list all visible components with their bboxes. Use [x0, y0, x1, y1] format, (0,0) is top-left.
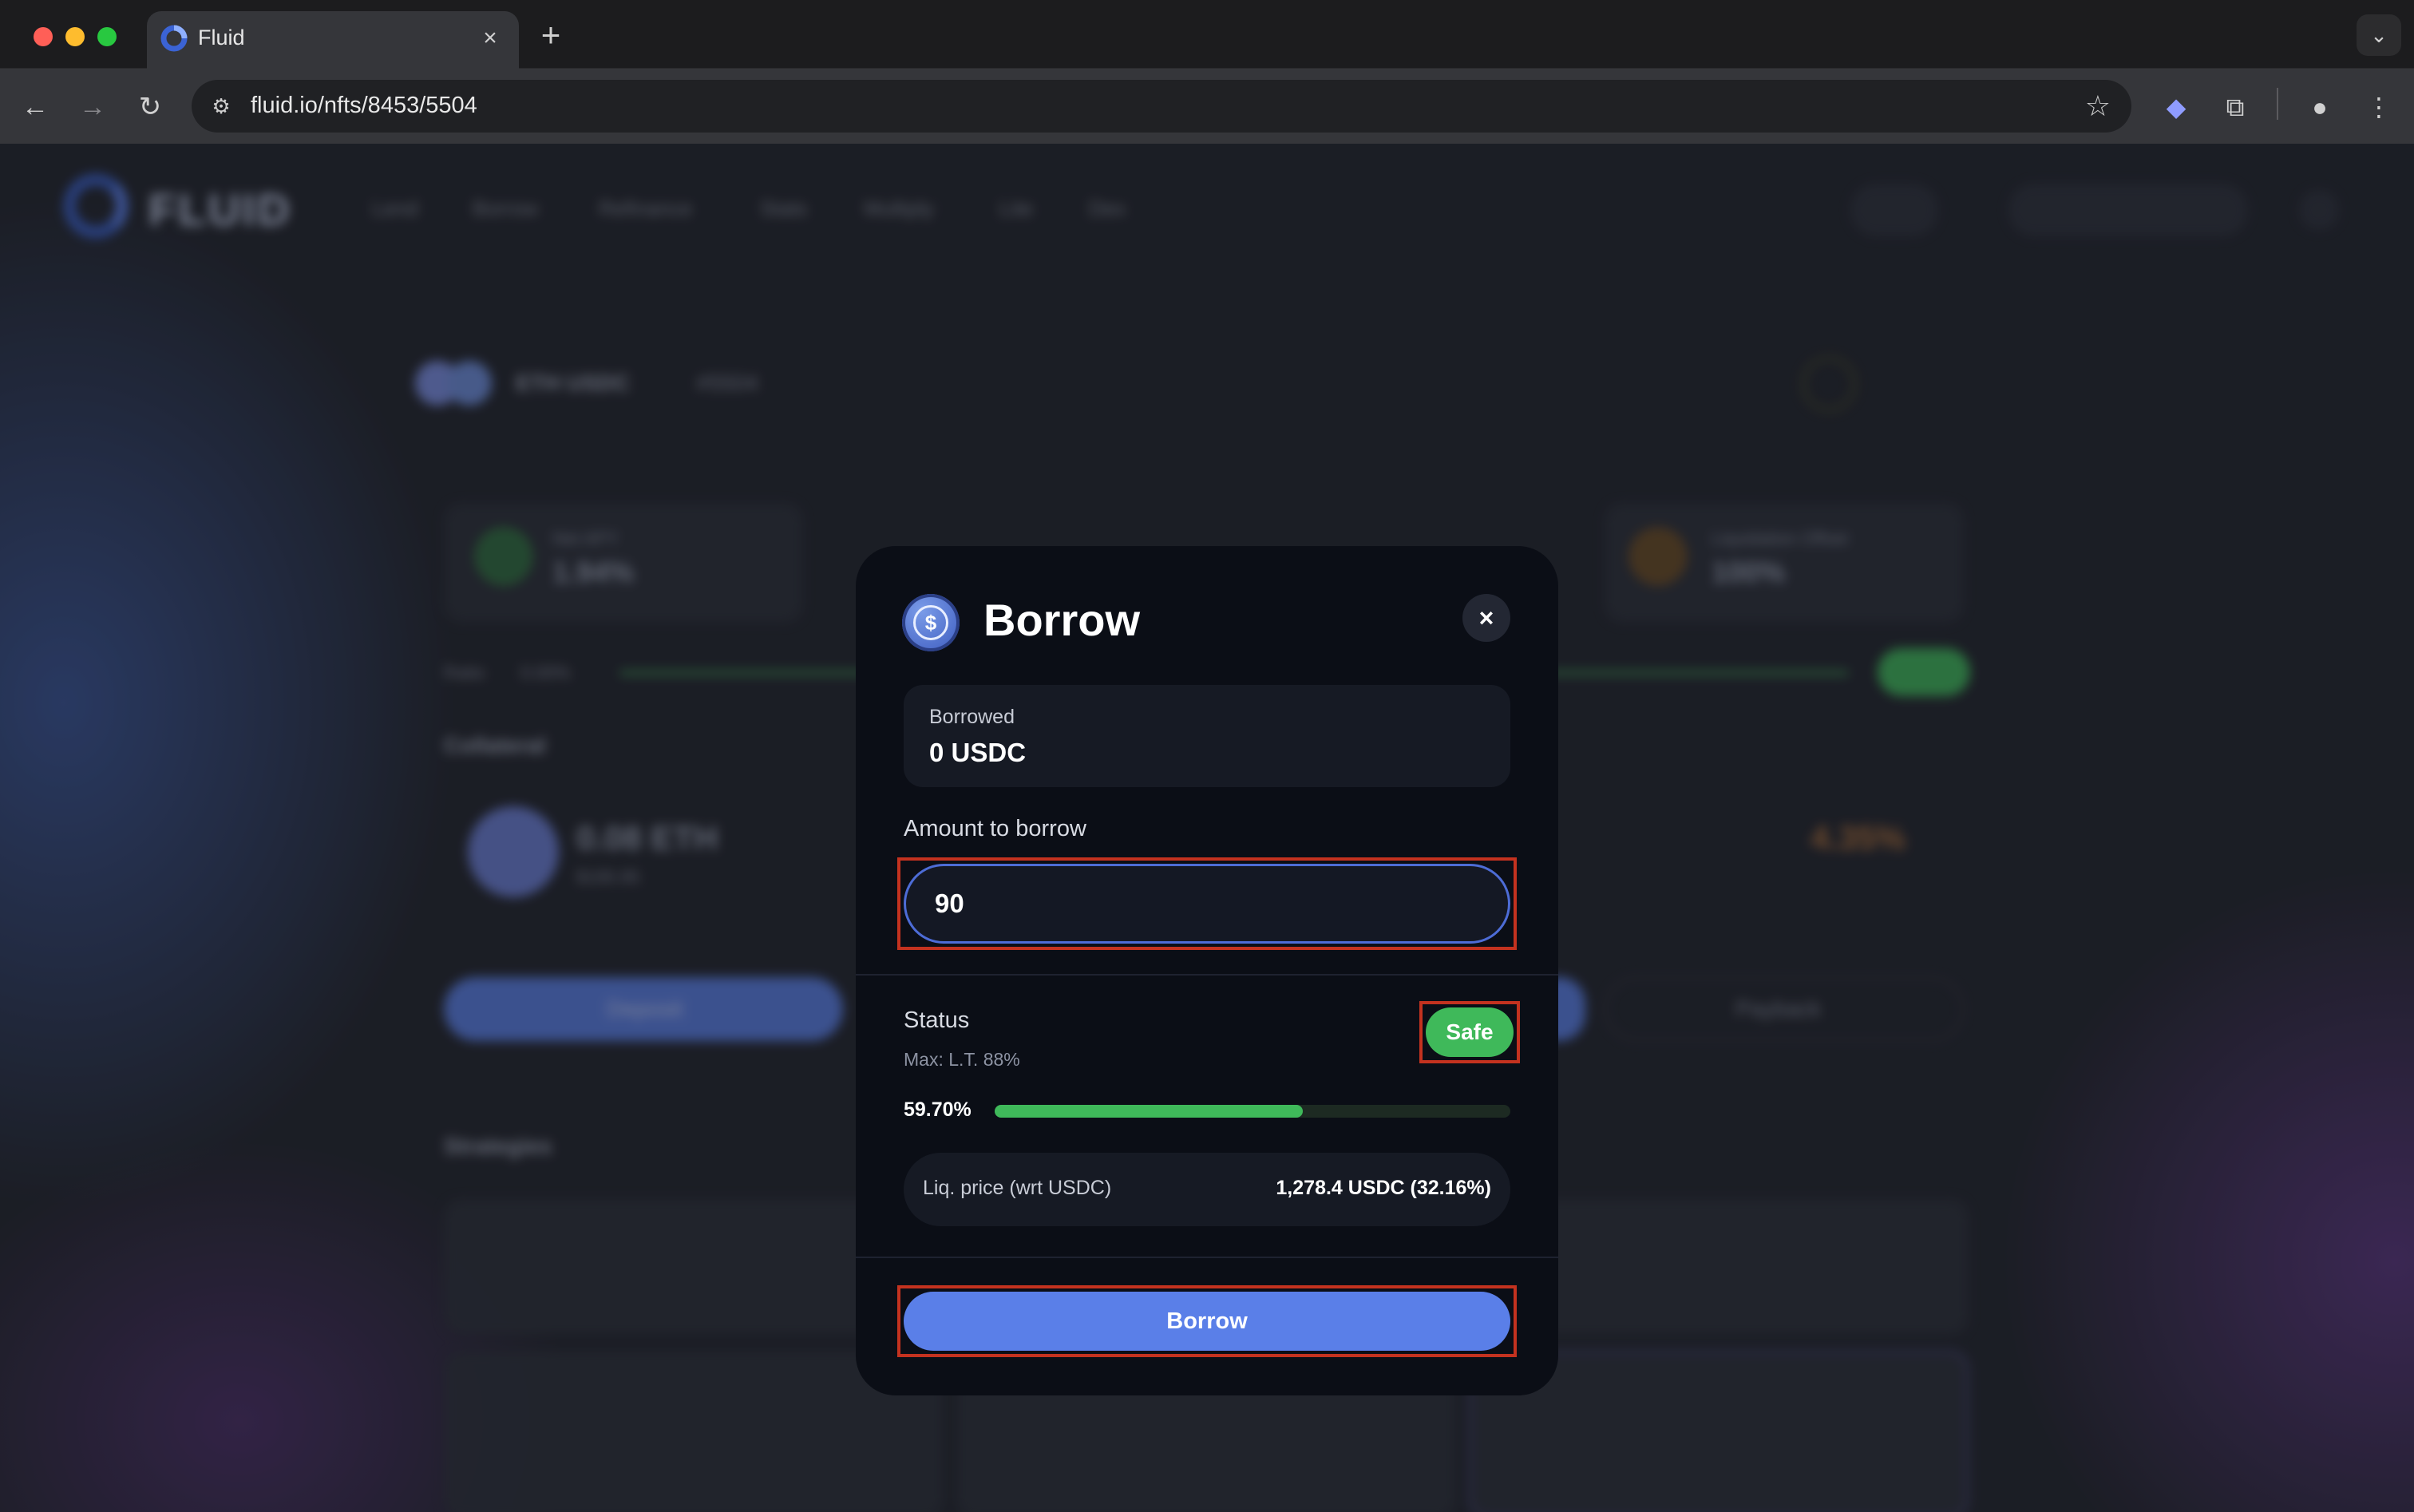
- maximize-window-button[interactable]: [97, 27, 117, 46]
- reload-icon[interactable]: ↻: [129, 86, 171, 128]
- tab-search-icon[interactable]: ⌄: [2357, 14, 2401, 56]
- liq-price-row: Liq. price (wrt USDC) 1,278.4 USDC (32.1…: [904, 1153, 1510, 1226]
- browser-chrome: Fluid × + ⌄ ← → ↻ ⚙ fluid.io/nfts/8453/5…: [0, 0, 2414, 144]
- fluid-favicon-icon: [160, 25, 188, 52]
- bookmark-star-icon[interactable]: ☆: [2085, 89, 2111, 123]
- profile-icon[interactable]: ●: [2299, 86, 2341, 128]
- modal-title: Borrow: [983, 595, 1140, 645]
- usdc-icon: $: [902, 594, 960, 651]
- dollar-icon: $: [913, 605, 948, 640]
- amount-input[interactable]: [904, 864, 1510, 944]
- borrow-submit-button[interactable]: Borrow: [904, 1292, 1510, 1351]
- status-label: Status: [904, 1007, 970, 1033]
- ratio-percent: 59.70%: [904, 1098, 972, 1121]
- amount-label: Amount to borrow: [904, 816, 1086, 841]
- site-info-icon[interactable]: ⚙: [206, 91, 236, 121]
- status-badge: Safe: [1426, 1007, 1514, 1057]
- liq-price-value: 1,278.4 USDC (32.16%): [1276, 1177, 1491, 1199]
- ratio-bar-fill: [995, 1105, 1303, 1118]
- close-window-button[interactable]: [34, 27, 53, 46]
- borrow-modal: $ Borrow × Borrowed 0 USDC Amount to bor…: [856, 546, 1558, 1395]
- tab-title: Fluid: [198, 26, 245, 49]
- liq-price-label: Liq. price (wrt USDC): [923, 1177, 1112, 1199]
- footer-divider: [856, 1257, 1558, 1258]
- close-button[interactable]: ×: [1462, 594, 1510, 642]
- borrowed-label: Borrowed: [929, 706, 1015, 728]
- extension-icon[interactable]: ◆: [2155, 86, 2197, 128]
- menu-icon[interactable]: ⋮: [2358, 86, 2400, 128]
- tab-bar: Fluid × + ⌄: [0, 0, 2414, 69]
- forward-icon[interactable]: →: [72, 86, 113, 128]
- tab-fluid[interactable]: Fluid ×: [147, 11, 519, 69]
- puzzle-icon[interactable]: ⧉: [2214, 86, 2256, 128]
- page-viewport: FLUID Lend Borrow Refinance Stats Multip…: [0, 144, 2414, 1512]
- borrowed-summary: Borrowed 0 USDC: [904, 685, 1510, 787]
- back-icon[interactable]: ←: [14, 86, 56, 128]
- section-divider: [856, 974, 1558, 976]
- minimize-window-button[interactable]: [65, 27, 85, 46]
- url-text[interactable]: fluid.io/nfts/8453/5504: [251, 93, 477, 119]
- new-tab-button[interactable]: +: [533, 18, 568, 53]
- max-lt-text: Max: L.T. 88%: [904, 1049, 1020, 1070]
- borrowed-value: 0 USDC: [929, 738, 1027, 767]
- address-bar[interactable]: ⚙ fluid.io/nfts/8453/5504 ☆: [192, 80, 2131, 133]
- tab-close-button[interactable]: ×: [474, 22, 506, 54]
- toolbar-separator: [2277, 88, 2278, 120]
- ratio-bar: [995, 1105, 1510, 1118]
- browser-toolbar: ← → ↻ ⚙ fluid.io/nfts/8453/5504 ☆ ◆ ⧉ ● …: [0, 69, 2414, 144]
